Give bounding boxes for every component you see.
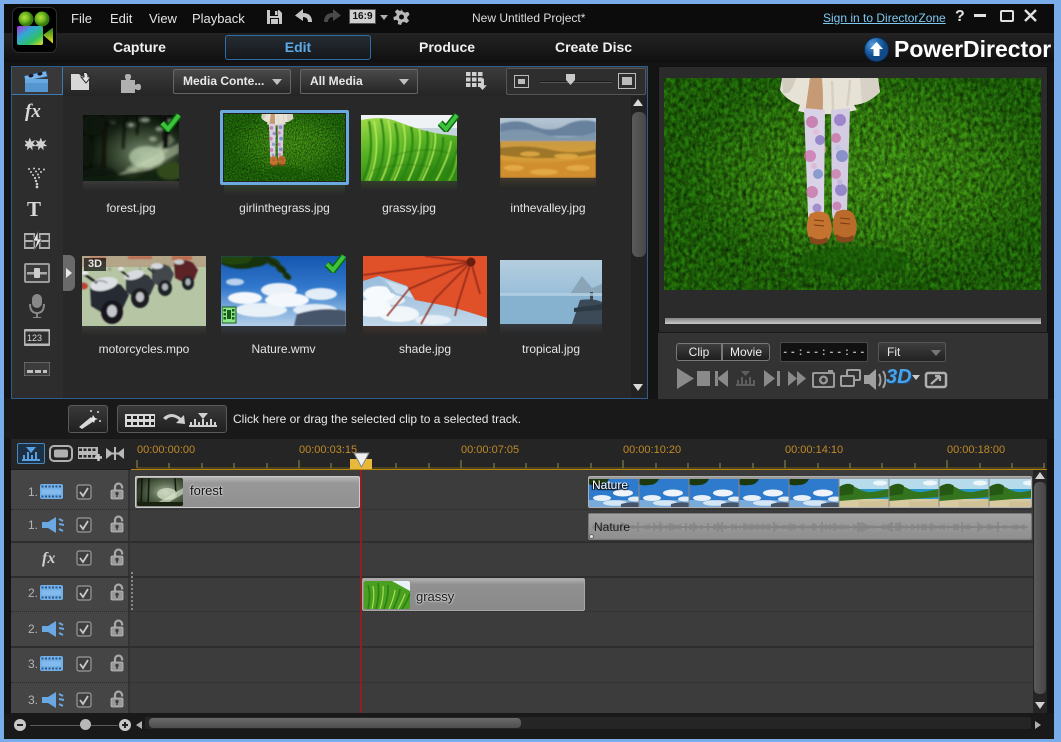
svg-text:3.: 3. — [28, 693, 38, 707]
svg-text:1.: 1. — [28, 518, 38, 532]
svg-text:fx: fx — [42, 550, 55, 567]
svg-text:1.: 1. — [28, 485, 38, 499]
svg-text:3.: 3. — [28, 657, 38, 671]
svg-text:2.: 2. — [28, 622, 38, 636]
svg-text:2.: 2. — [28, 586, 38, 600]
